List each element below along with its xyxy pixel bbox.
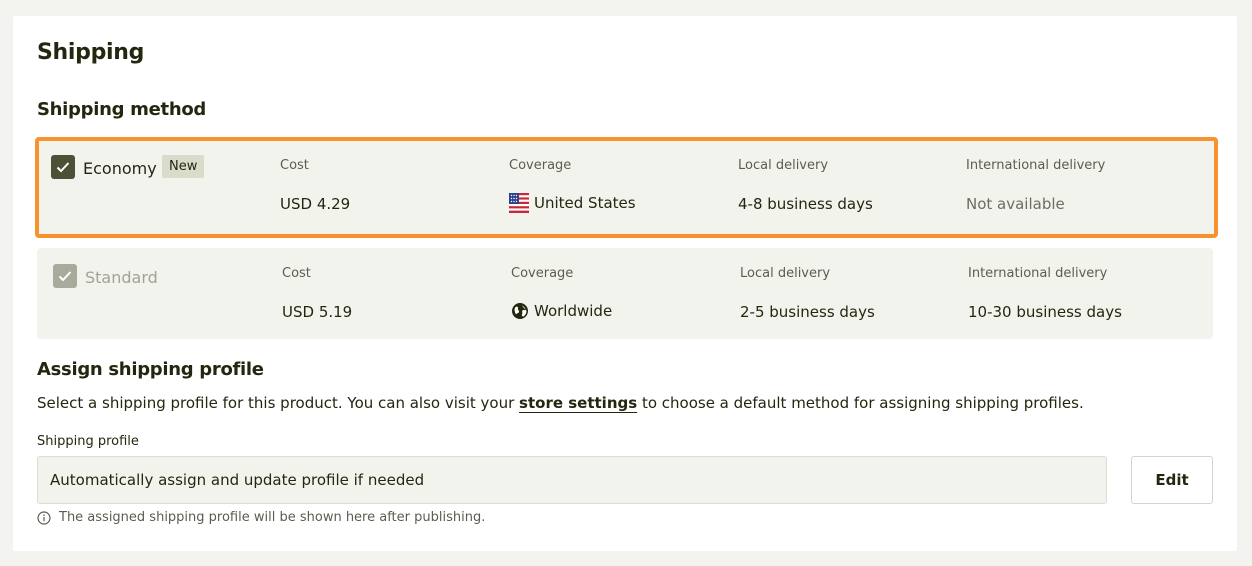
assign-profile-description: Select a shipping profile for this produ…	[37, 394, 1084, 412]
shipping-profile-label: Shipping profile	[37, 434, 139, 449]
checkmark-icon	[58, 271, 72, 282]
profile-hint: The assigned shipping profile will be sh…	[37, 510, 485, 525]
info-icon	[37, 510, 51, 525]
local-delivery-value: 2-5 business days	[740, 303, 875, 321]
method-name: Standard	[85, 268, 158, 287]
international-delivery-value: 10-30 business days	[968, 303, 1122, 321]
globe-icon	[512, 303, 528, 319]
shipping-card: Shipping Shipping method Economy New Cos…	[13, 16, 1237, 551]
shipping-method-economy[interactable]: Economy New Cost USD 4.29 Coverage Unite…	[35, 137, 1218, 238]
coverage-label: Coverage	[511, 266, 574, 281]
standard-checkbox[interactable]	[53, 264, 77, 288]
cost-value: USD 5.19	[282, 303, 353, 321]
cost-value: USD 4.29	[280, 195, 351, 213]
coverage-value: United States	[509, 193, 636, 213]
shipping-method-standard[interactable]: Standard Cost USD 5.19 Coverage Worldwid…	[37, 248, 1213, 339]
shipping-method-heading: Shipping method	[37, 99, 206, 120]
coverage-text: Worldwide	[534, 302, 613, 320]
economy-checkbox[interactable]	[51, 155, 75, 179]
hint-text: The assigned shipping profile will be sh…	[59, 510, 486, 525]
international-delivery-label: International delivery	[968, 266, 1108, 281]
assign-profile-heading: Assign shipping profile	[37, 359, 264, 380]
local-delivery-label: Local delivery	[738, 158, 829, 173]
local-delivery-label: Local delivery	[740, 266, 831, 281]
local-delivery-value: 4-8 business days	[738, 195, 873, 213]
cost-label: Cost	[282, 266, 311, 281]
coverage-label: Coverage	[509, 158, 572, 173]
coverage-text: United States	[534, 194, 636, 212]
store-settings-link[interactable]: store settings	[519, 394, 637, 412]
desc-text-after: to choose a default method for assigning…	[637, 394, 1084, 412]
cost-label: Cost	[280, 158, 309, 173]
edit-button[interactable]: Edit	[1131, 456, 1213, 504]
new-badge: New	[162, 155, 205, 178]
checkmark-icon	[56, 162, 70, 173]
coverage-value: Worldwide	[511, 302, 612, 320]
international-delivery-label: International delivery	[966, 158, 1106, 173]
desc-text-before: Select a shipping profile for this produ…	[37, 394, 520, 412]
international-delivery-value: Not available	[966, 195, 1065, 213]
page-title: Shipping	[37, 40, 145, 65]
method-name: Economy	[83, 159, 157, 178]
shipping-profile-field[interactable]: Automatically assign and update profile …	[37, 456, 1107, 504]
us-flag-icon	[509, 193, 529, 213]
